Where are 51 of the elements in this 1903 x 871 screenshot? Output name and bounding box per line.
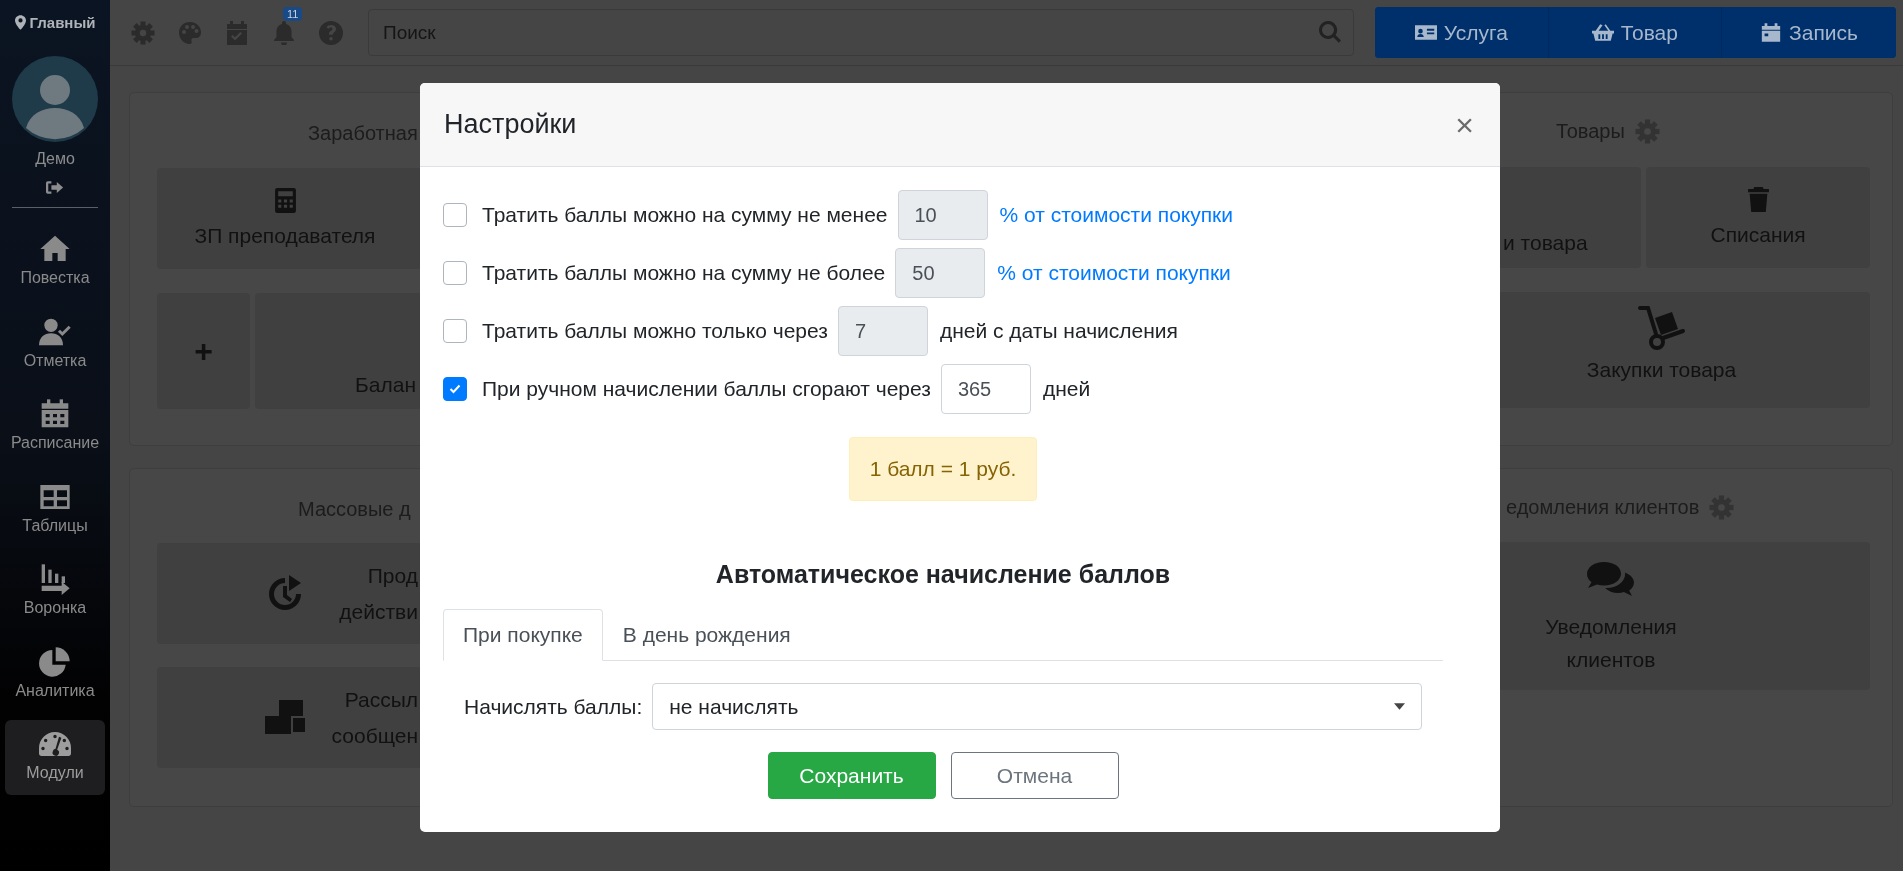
rate-note: 1 балл = 1 руб. — [848, 437, 1038, 501]
search-icon[interactable] — [1318, 20, 1342, 44]
calendar-check-icon[interactable] — [225, 20, 249, 45]
check-icon — [449, 384, 461, 394]
percent-link[interactable]: % от стоимости покупки — [999, 203, 1234, 227]
sidebar-item[interactable]: Расписание — [5, 390, 105, 465]
hand-truck-icon — [1637, 306, 1686, 350]
trash-icon — [1747, 187, 1769, 212]
sidebar-item[interactable]: Повестка — [5, 225, 105, 300]
cancel-button[interactable]: Отмена — [950, 752, 1119, 799]
checkbox[interactable] — [443, 319, 467, 343]
close-button[interactable]: × — [1449, 108, 1480, 141]
palette-icon[interactable] — [178, 20, 202, 45]
save-button[interactable]: Сохранить — [767, 752, 936, 799]
unit-label: дней — [1042, 377, 1091, 401]
sidebar-item[interactable]: Аналитика — [5, 637, 105, 713]
calendar-icon — [1760, 23, 1783, 42]
section-heading: Автоматическое начисление баллов — [715, 559, 1171, 589]
checkbox[interactable] — [443, 261, 467, 285]
bell-icon[interactable] — [272, 20, 296, 45]
checkbox[interactable] — [443, 377, 467, 401]
calendar-icon — [39, 398, 71, 430]
sidebar-item[interactable]: Воронка — [5, 555, 105, 630]
avatar[interactable] — [12, 56, 98, 142]
notification-badge: 11 — [283, 6, 303, 21]
dialog-title: Настройки — [444, 109, 577, 140]
checkbox[interactable] — [443, 203, 467, 227]
tab[interactable]: В день рождения — [602, 609, 811, 661]
logout-icon[interactable] — [46, 180, 64, 195]
sidebar-item[interactable]: Модули — [5, 720, 105, 795]
map-pin-icon — [14, 14, 26, 30]
tab[interactable]: При покупке — [443, 609, 603, 661]
location-label[interactable]: Главный — [29, 13, 96, 31]
unit-label: дней с даты начисления — [939, 319, 1178, 343]
basket-icon — [1591, 23, 1614, 42]
calculator-icon — [274, 188, 296, 213]
user-name: Демо — [35, 150, 75, 168]
option-label: Тратить баллы можно только через — [482, 319, 828, 343]
settings-icon[interactable] — [131, 20, 155, 45]
action-button[interactable]: Услуга — [1375, 7, 1549, 58]
option-label: При ручном начислении баллы сгорают через — [482, 377, 931, 401]
sidebar-item[interactable]: Таблицы — [5, 472, 105, 548]
bar-chart-icon — [39, 563, 71, 595]
id-card-icon — [1414, 23, 1437, 42]
accrual-select[interactable]: не начислять — [652, 683, 1422, 730]
sidebar-item[interactable]: Отметка — [5, 307, 105, 383]
percent-link[interactable]: % от стоимости покупки — [997, 261, 1231, 285]
help-icon[interactable] — [319, 20, 343, 45]
pie-chart-icon — [39, 645, 71, 678]
number-field[interactable]: 365 — [940, 364, 1031, 414]
caret-icon — [1394, 703, 1405, 710]
